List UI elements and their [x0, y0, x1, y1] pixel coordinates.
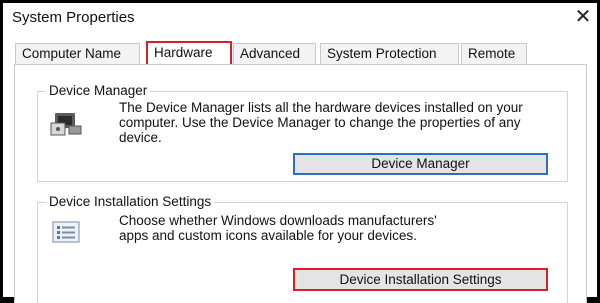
- checklist-icon: [52, 221, 80, 243]
- device-manager-button[interactable]: Device Manager: [293, 153, 548, 175]
- tab-remote[interactable]: Remote: [461, 43, 527, 64]
- device-installation-group-label: Device Installation Settings: [46, 194, 215, 209]
- tab-computer-name[interactable]: Computer Name: [15, 43, 140, 64]
- close-icon[interactable]: ✕: [571, 5, 595, 29]
- tab-system-protection[interactable]: System Protection: [320, 43, 459, 64]
- tab-advanced[interactable]: Advanced: [233, 43, 316, 64]
- device-manager-icon: [50, 113, 82, 136]
- tab-hardware[interactable]: Hardware: [146, 41, 232, 65]
- window-title: System Properties: [12, 9, 135, 26]
- device-manager-description: The Device Manager lists all the hardwar…: [119, 100, 523, 145]
- device-manager-group-label: Device Manager: [46, 83, 151, 98]
- device-installation-settings-button[interactable]: Device Installation Settings: [293, 268, 548, 291]
- system-properties-window: System Properties ✕ Computer Name Hardwa…: [0, 0, 600, 303]
- device-installation-description: Choose whether Windows downloads manufac…: [119, 213, 437, 243]
